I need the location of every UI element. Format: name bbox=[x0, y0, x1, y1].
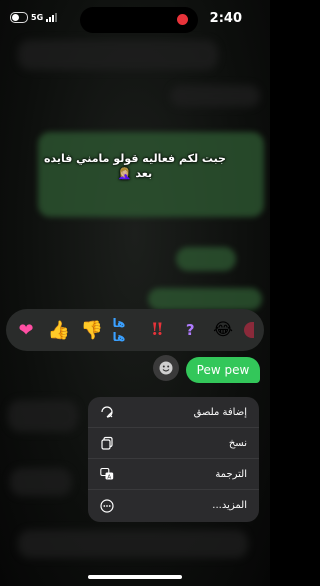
reaction-thumbs-up-icon[interactable]: 👍 bbox=[47, 318, 71, 342]
menu-item-translate[interactable]: الترجمة A bbox=[88, 459, 259, 490]
caption-line-2: بعد 🤦🏼‍♀️ bbox=[117, 167, 153, 180]
caption-line-1: جبت لكم فعاليه قولو مامني فايده bbox=[43, 152, 226, 165]
reaction-question-icon[interactable]: ? bbox=[178, 318, 202, 342]
network-label: 5G bbox=[31, 13, 44, 22]
avatar[interactable] bbox=[153, 355, 179, 381]
recording-indicator-icon bbox=[177, 14, 188, 25]
toggle-icon bbox=[10, 12, 28, 23]
more-icon bbox=[100, 498, 114, 513]
reaction-exclamation-icon[interactable]: ‼ bbox=[145, 318, 169, 342]
caption: جبت لكم فعاليه قولو مامني فايده بعد 🤦🏼‍♀… bbox=[30, 151, 240, 181]
menu-item-more[interactable]: المزيد... bbox=[88, 490, 259, 521]
menu-item-label: الترجمة bbox=[215, 468, 247, 480]
reaction-heart-icon[interactable]: ❤ bbox=[14, 318, 38, 342]
status-bar: 5G 2:40 bbox=[0, 0, 270, 36]
smiley-icon bbox=[159, 361, 173, 375]
signal-icon bbox=[46, 13, 58, 22]
reaction-more-icon[interactable] bbox=[243, 322, 254, 338]
message-bubble[interactable]: Pew pew bbox=[186, 357, 260, 383]
reaction-thumbs-down-icon[interactable]: 👎 bbox=[80, 318, 104, 342]
menu-item-label: المزيد... bbox=[212, 500, 247, 511]
reaction-laugh-icon[interactable]: 😂 bbox=[211, 318, 235, 342]
menu-item-copy[interactable]: نسخ bbox=[88, 428, 259, 459]
dynamic-island bbox=[80, 7, 198, 33]
status-time: 2:40 bbox=[209, 11, 242, 26]
status-icons: 5G bbox=[10, 12, 58, 23]
screen: 5G 2:40 جبت لكم فعاليه قولو مامني فايده … bbox=[0, 0, 270, 586]
copy-icon bbox=[100, 436, 114, 450]
svg-text:A: A bbox=[107, 474, 111, 480]
menu-item-label: نسخ bbox=[228, 437, 247, 449]
translate-icon: A bbox=[100, 467, 114, 481]
home-indicator[interactable] bbox=[88, 575, 182, 579]
reaction-haha-icon[interactable]: ها ها bbox=[113, 316, 137, 344]
menu-item-add-sticker[interactable]: إضافة ملصق bbox=[88, 397, 259, 428]
sticker-icon bbox=[100, 405, 114, 419]
context-menu: إضافة ملصق نسخ الترجمة A المزيد... bbox=[88, 397, 259, 522]
reaction-bar: ❤ 👍 👎 ها ها ‼ ? 😂 bbox=[6, 309, 264, 351]
menu-item-label: إضافة ملصق bbox=[193, 406, 247, 418]
